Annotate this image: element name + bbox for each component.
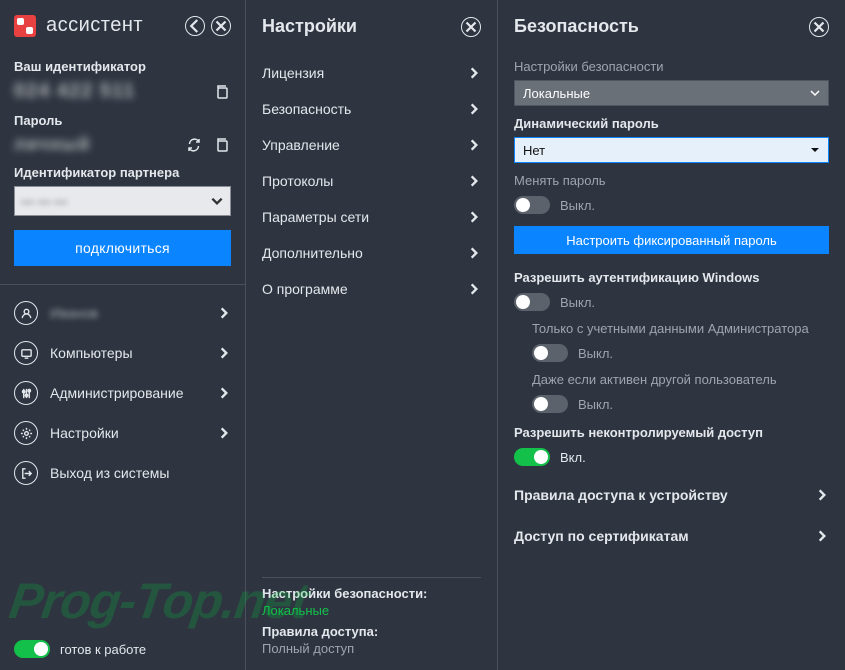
dynamic-password-label: Динамический пароль — [514, 116, 829, 131]
copy-id-button[interactable] — [213, 83, 231, 101]
refresh-password-button[interactable] — [185, 136, 203, 154]
settings-panel: Настройки Лицензия Безопасность Управлен… — [246, 0, 498, 670]
winauth-label: Разрешить аутентификацию Windows — [514, 270, 829, 285]
your-id-value: 024 422 511 — [14, 80, 135, 103]
password-label: Пароль — [14, 113, 231, 128]
logout-icon — [14, 461, 38, 485]
app-logo — [14, 15, 36, 37]
winauth-active-note: Даже если активен другой пользователь — [532, 372, 829, 387]
toggle-state-label: Выкл. — [578, 346, 613, 361]
close-settings-button[interactable] — [461, 17, 481, 37]
sliders-icon — [14, 381, 38, 405]
settings-item-license[interactable]: Лицензия — [246, 55, 497, 91]
partner-id-value: — — — — [21, 194, 67, 209]
security-settings-label: Настройки безопасности — [514, 59, 829, 74]
certificate-access-link[interactable]: Доступ по сертификатам — [514, 515, 829, 556]
sidebar-item-settings[interactable]: Настройки — [0, 413, 245, 453]
sidebar-item-profile[interactable]: Иванов — [0, 293, 245, 333]
change-password-label: Менять пароль — [514, 173, 829, 188]
settings-item-security[interactable]: Безопасность — [246, 91, 497, 127]
winauth-admin-note: Только с учетными данными Администратора — [532, 321, 829, 336]
settings-item-network[interactable]: Параметры сети — [246, 199, 497, 235]
sidebar-item-label: Выход из системы — [50, 465, 231, 481]
security-panel: Безопасность Настройки безопасности Лока… — [498, 0, 845, 670]
connect-button[interactable]: подключиться — [14, 230, 231, 266]
sidebar-item-label: Иванов — [50, 305, 205, 321]
sidebar-item-label: Администрирование — [50, 385, 205, 401]
uncontrolled-access-toggle[interactable] — [514, 448, 550, 466]
settings-item-additional[interactable]: Дополнительно — [246, 235, 497, 271]
toggle-state-label: Вкл. — [560, 450, 586, 465]
your-id-label: Ваш идентификатор — [14, 59, 231, 74]
winauth-toggle[interactable] — [514, 293, 550, 311]
settings-item-protocols[interactable]: Протоколы — [246, 163, 497, 199]
settings-item-control[interactable]: Управление — [246, 127, 497, 163]
toggle-state-label: Выкл. — [560, 198, 595, 213]
partner-id-combobox[interactable]: — — — — [14, 186, 231, 216]
close-button[interactable] — [211, 16, 231, 36]
sidebar-item-label: Компьютеры — [50, 345, 205, 361]
app-name: ассистент — [46, 14, 185, 37]
winauth-active-toggle[interactable] — [532, 395, 568, 413]
toggle-state-label: Выкл. — [578, 397, 613, 412]
security-settings-dropdown[interactable]: Локальные — [514, 80, 829, 106]
user-icon — [14, 301, 38, 325]
dynamic-password-dropdown[interactable]: Нет — [514, 137, 829, 163]
settings-item-about[interactable]: О программе — [246, 271, 497, 307]
sidebar-item-label: Настройки — [50, 425, 205, 441]
uncontrolled-access-label: Разрешить неконтролируемый доступ — [514, 425, 829, 440]
security-title: Безопасность — [514, 16, 809, 37]
status-label: готов к работе — [60, 642, 146, 657]
settings-title: Настройки — [262, 16, 461, 37]
gear-icon — [14, 421, 38, 445]
copy-password-button[interactable] — [213, 136, 231, 154]
sidebar: ассистент Ваш идентификатор 024 422 511 — [0, 0, 246, 670]
settings-summary: Настройки безопасности: Локальные Правил… — [246, 569, 497, 670]
device-access-rules-link[interactable]: Правила доступа к устройству — [514, 474, 829, 515]
close-security-button[interactable] — [809, 17, 829, 37]
partner-id-label: Идентификатор партнера — [14, 165, 231, 180]
monitor-icon — [14, 341, 38, 365]
sidebar-item-logout[interactable]: Выход из системы — [0, 453, 245, 493]
status-toggle[interactable] — [14, 640, 50, 658]
sidebar-item-computers[interactable]: Компьютеры — [0, 333, 245, 373]
configure-fixed-password-button[interactable]: Настроить фиксированный пароль — [514, 226, 829, 254]
toggle-state-label: Выкл. — [560, 295, 595, 310]
collapse-button[interactable] — [185, 16, 205, 36]
winauth-admin-toggle[interactable] — [532, 344, 568, 362]
change-password-toggle[interactable] — [514, 196, 550, 214]
password-value: личный — [14, 134, 90, 155]
sidebar-item-administration[interactable]: Администрирование — [0, 373, 245, 413]
